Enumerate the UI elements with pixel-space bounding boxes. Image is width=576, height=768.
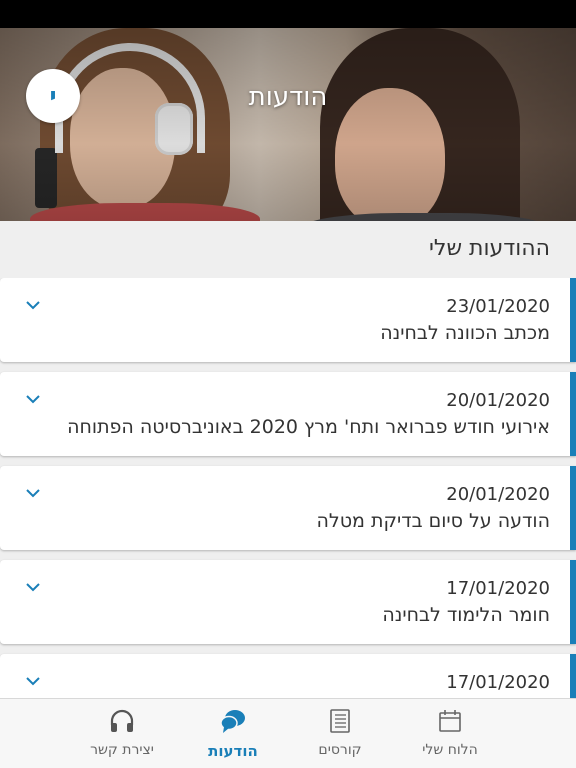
status-bar (0, 0, 576, 28)
chevron-down-icon[interactable] (26, 486, 40, 500)
message-date: 17/01/2020 (446, 578, 550, 599)
message-title: חומר הלימוד לבחינה (382, 604, 550, 626)
message-title: מכתב הכוונה לבחינה (380, 322, 550, 344)
section-title: ההודעות שלי (429, 236, 550, 261)
headphones-icon (110, 709, 134, 732)
header-banner: הודעות י (0, 28, 576, 221)
tab-my-board[interactable]: הלוח שלי (390, 699, 510, 768)
notebook-icon (330, 709, 350, 733)
banner-shade (0, 28, 576, 221)
message-date: 17/01/2020 (446, 672, 550, 693)
message-card[interactable]: 20/01/2020 אירועי חודש פברואר ותח' מרץ 2… (0, 372, 576, 456)
tab-courses[interactable]: קורסים (280, 699, 400, 768)
page-title: הודעות (248, 82, 328, 112)
message-title: אירועי חודש פברואר ותח' מרץ 2020 באוניבר… (67, 416, 550, 438)
bottom-tab-bar: יצירת קשר הודעות קורסים הלוח שלי (0, 698, 576, 768)
tab-label: יצירת קשר (90, 742, 154, 758)
message-card[interactable]: 17/01/2020 חומר הלימוד לבחינה (0, 560, 576, 644)
user-avatar[interactable]: י (26, 69, 80, 123)
chevron-down-icon[interactable] (26, 298, 40, 312)
tab-label: קורסים (318, 742, 362, 758)
chevron-down-icon[interactable] (26, 580, 40, 594)
tab-messages[interactable]: הודעות (173, 699, 293, 768)
message-date: 23/01/2020 (446, 296, 550, 317)
tab-label: הלוח שלי (422, 742, 478, 758)
message-date: 20/01/2020 (446, 484, 550, 505)
message-card[interactable]: 20/01/2020 הודעה על סיום בדיקת מטלה (0, 466, 576, 550)
message-card[interactable]: 17/01/2020 (0, 654, 576, 698)
message-date: 20/01/2020 (446, 390, 550, 411)
chat-bubbles-icon (220, 710, 245, 733)
chevron-down-icon[interactable] (26, 674, 40, 688)
tab-contact[interactable]: יצירת קשר (62, 699, 182, 768)
chevron-down-icon[interactable] (26, 392, 40, 406)
messages-list[interactable]: 23/01/2020 מכתב הכוונה לבחינה 20/01/2020… (0, 278, 576, 698)
message-card[interactable]: 23/01/2020 מכתב הכוונה לבחינה (0, 278, 576, 362)
tab-label: הודעות (208, 742, 258, 760)
message-title: הודעה על סיום בדיקת מטלה (316, 510, 551, 532)
calendar-icon (439, 710, 461, 732)
